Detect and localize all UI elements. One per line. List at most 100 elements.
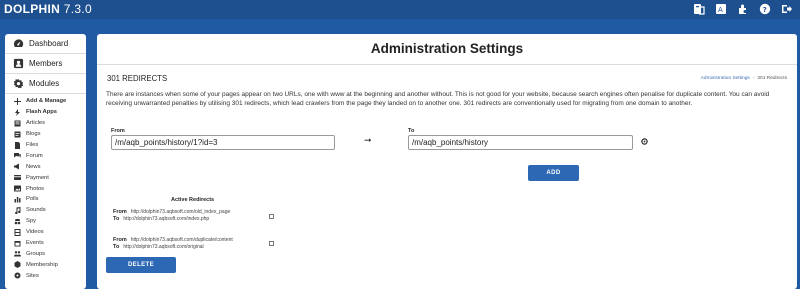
redirect-checkbox[interactable] (269, 214, 274, 219)
sidebar-item-label: Members (29, 59, 63, 68)
news-icon (14, 163, 21, 170)
sidebar-item-spy[interactable]: Spy (5, 216, 86, 227)
redirect-to-label: To (113, 215, 120, 222)
files-icon (14, 141, 21, 149)
module-list: Add & Manage Flash Apps Articles Blogs Files… (5, 96, 86, 281)
sites-icon (14, 272, 21, 279)
polls-icon (14, 196, 21, 203)
sidebar-item-label: Photos (26, 185, 45, 192)
main-panel: Administration Settings 301 REDIRECTS Ad… (97, 34, 797, 289)
description-text: There are instances when some of your pa… (106, 91, 770, 107)
app-name: DOLPHIN (4, 2, 61, 16)
redirect-from-label: From (113, 209, 127, 215)
redirect-row: From http://dolphin73.aqbsoft.com/duplica… (113, 237, 233, 250)
sidebar-item-forum[interactable]: Forum (5, 150, 86, 161)
from-input[interactable] (111, 135, 335, 150)
app-brand[interactable]: DOLPHIN 7.3.0 (4, 2, 92, 16)
delete-button[interactable]: DELETE (106, 257, 176, 273)
plus-icon (14, 97, 21, 105)
groups-icon (14, 250, 21, 257)
section-title: 301 REDIRECTS (107, 74, 168, 83)
redirect-to-label: To (113, 243, 120, 250)
sidebar-item-plus[interactable]: Add & Manage (5, 96, 86, 107)
redirect-from-label: From (113, 237, 127, 243)
articles-icon (14, 120, 21, 127)
membership-icon (14, 261, 21, 269)
members-icon (13, 58, 24, 69)
sidebar-item-members[interactable]: Members (5, 54, 86, 74)
sidebar-item-sounds[interactable]: Sounds (5, 205, 86, 216)
sidebar: Dashboard Members Modules Add & Manage Fl… (5, 34, 86, 289)
arrow-right-icon: ➞ (364, 135, 372, 145)
sidebar-item-label: Sounds (26, 207, 46, 214)
sidebar-item-label: Add & Manage (26, 98, 67, 105)
redirect-to-url: http://dolphin73.aqbsoft.com/original (123, 243, 204, 250)
sidebar-item-bolt[interactable]: Flash Apps (5, 107, 86, 118)
sidebar-item-label: News (26, 163, 41, 170)
sidebar-item-videos[interactable]: Videos (5, 227, 86, 238)
redirect-checkbox[interactable] (269, 241, 274, 246)
redirect-to-url: http://dolphin73.aqbsoft.com/index.php (123, 215, 210, 222)
videos-icon (14, 228, 21, 236)
sidebar-item-label: Spy (26, 218, 36, 225)
sidebar-item-label: Flash Apps (26, 109, 58, 116)
svg-text:?: ? (763, 6, 767, 14)
breadcrumb-current: 301 Redirects (757, 76, 787, 81)
events-icon (14, 240, 21, 247)
sidebar-item-label: Modules (29, 79, 60, 88)
sidebar-item-articles[interactable]: Articles (5, 118, 86, 129)
breadcrumb: Administration Settings › 301 Redirects (701, 76, 787, 81)
sidebar-item-photos[interactable]: Photos (5, 183, 86, 194)
from-label: From (111, 128, 125, 134)
add-field-icon[interactable] (641, 138, 648, 145)
help-icon[interactable]: ? (758, 2, 772, 16)
app-version: 7.3.0 (63, 2, 92, 16)
photos-icon (14, 185, 21, 192)
sidebar-item-events[interactable]: Events (5, 238, 86, 249)
sidebar-item-sites[interactable]: Sites (5, 270, 86, 281)
active-redirects-title: Active Redirects (171, 197, 215, 203)
sidebar-item-files[interactable]: Files (5, 140, 86, 151)
bolt-icon (14, 108, 21, 116)
logout-icon[interactable] (780, 2, 794, 16)
redirect-row: From http://dolphin73.aqbsoft.com/old_ind… (113, 209, 230, 222)
to-label: To (408, 128, 415, 134)
top-bar: DOLPHIN 7.3.0 A ? (0, 0, 800, 19)
spy-icon (14, 218, 21, 225)
sidebar-item-label: Videos (26, 229, 44, 236)
blogs-icon (14, 131, 21, 138)
sidebar-item-label: Dashboard (29, 39, 69, 48)
extensions-icon[interactable] (736, 2, 750, 16)
forum-icon (14, 152, 21, 159)
sidebar-item-label: Articles (26, 120, 46, 127)
sidebar-item-label: Files (26, 142, 39, 148)
sidebar-item-label: Polls (26, 196, 39, 203)
page-title: Administration Settings (370, 41, 524, 56)
redirect-from-url: http://dolphin73.aqbsoft.com/old_index_p… (130, 209, 231, 215)
sidebar-item-blogs[interactable]: Blogs (5, 129, 86, 140)
language-icon[interactable]: A (714, 2, 728, 16)
sidebar-item-label: Blogs (26, 131, 41, 138)
sidebar-item-news[interactable]: News (5, 161, 86, 172)
sidebar-item-label: Membership (26, 261, 58, 268)
sidebar-item-label: Payment (26, 174, 49, 181)
breadcrumb-separator: › (752, 76, 755, 81)
breadcrumb-link[interactable]: Administration Settings (701, 76, 750, 81)
sidebar-item-polls[interactable]: Polls (5, 194, 86, 205)
sidebar-item-groups[interactable]: Groups (5, 248, 86, 259)
view-site-icon[interactable] (692, 2, 706, 16)
add-button[interactable]: ADD (528, 165, 579, 181)
top-icons: A ? (692, 2, 794, 16)
to-input[interactable] (408, 135, 633, 150)
sounds-icon (14, 206, 21, 214)
payment-icon (14, 174, 21, 181)
redirect-from-url: http://dolphin73.aqbsoft.com/duplicate/c… (130, 237, 233, 243)
sidebar-item-label: Sites (26, 272, 39, 279)
sidebar-item-label: Groups (26, 250, 46, 257)
sidebar-item-payment[interactable]: Payment (5, 172, 86, 183)
modules-icon (13, 78, 24, 89)
sidebar-item-dashboard[interactable]: Dashboard (5, 34, 86, 54)
sidebar-item-membership[interactable]: Membership (5, 259, 86, 270)
sidebar-item-label: Events (26, 240, 44, 247)
sidebar-item-modules[interactable]: Modules (5, 74, 86, 94)
